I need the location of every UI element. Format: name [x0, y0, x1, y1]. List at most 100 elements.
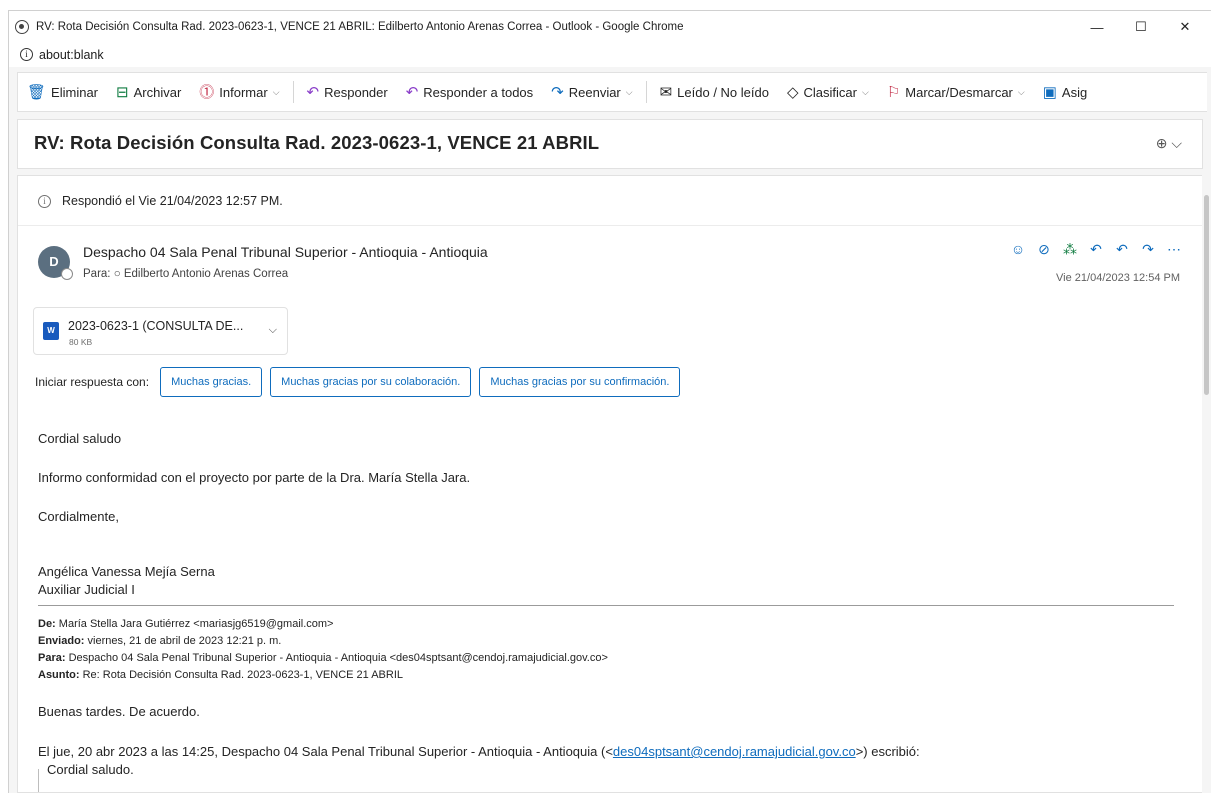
reply-icon[interactable]: ↶	[1083, 241, 1109, 258]
chrome-icon	[15, 19, 29, 34]
body-closing: Cordialmente,	[38, 509, 119, 524]
tag-icon[interactable]: ⊘	[1031, 241, 1057, 258]
suggested-reply-button[interactable]: Muchas gracias por su confirmación.	[479, 367, 681, 397]
window-title-bar: RV: Rota Decisión Consulta Rad. 2023-062…	[8, 10, 1211, 42]
maximize-button[interactable]: ☐	[1119, 11, 1163, 43]
subject-label: Asunto:	[38, 669, 80, 681]
from-value: María Stella Jara Gutiérrez <mariasjg651…	[58, 618, 334, 630]
body-greeting: Cordial saludo	[38, 431, 122, 446]
subject-value: Re: Rota Decisión Consulta Rad. 2023-062…	[82, 669, 404, 681]
attachment-card[interactable]: W 2023-0623-1 (CONSULTA DE... 80 KB ⌵	[33, 307, 288, 355]
word-document-icon: W	[43, 322, 59, 340]
divider	[18, 225, 1202, 226]
window-title: RV: Rota Decisión Consulta Rad. 2023-062…	[36, 20, 684, 33]
categorize-label: Clasificar	[803, 84, 857, 100]
signature-title: Auxiliar Judicial I	[38, 582, 135, 597]
quote-bar	[38, 769, 39, 792]
recipient-line: Para: ○ Edilberto Antonio Arenas Correa	[83, 268, 288, 280]
reply-all-label: Responder a todos	[423, 84, 534, 100]
archive-icon: ⊟	[116, 83, 129, 101]
to-label: Para:	[83, 268, 111, 280]
chevron-down-icon[interactable]: ⌵	[626, 87, 633, 98]
archive-button[interactable]: ⊟ Archivar	[107, 73, 190, 111]
replied-notice-text: Respondió el Vie 21/04/2023 12:57 PM.	[62, 194, 283, 208]
zoom-icon[interactable]: ⊕ ⌵	[1156, 135, 1182, 152]
onenote-icon[interactable]: ⁂	[1057, 241, 1083, 258]
attachment-size: 80 KB	[69, 337, 93, 347]
reply-button[interactable]: ↶ Responder	[298, 73, 397, 111]
delete-button[interactable]: 🗑︎ Eliminar	[18, 73, 107, 111]
info-icon: i	[38, 194, 51, 208]
assign-policy-label: Asig	[1061, 84, 1088, 100]
body-paragraph: Informo conformidad con el proyecto por …	[38, 470, 471, 485]
forward-icon[interactable]: ↷	[1135, 241, 1161, 258]
forward-icon: ↷	[551, 83, 564, 101]
minimize-button[interactable]: —	[1075, 11, 1119, 43]
sender-name[interactable]: Despacho 04 Sala Penal Tribunal Superior…	[83, 244, 488, 260]
assign-policy-button[interactable]: ▣ Asig	[1034, 73, 1096, 111]
sent-label: Enviado:	[38, 635, 85, 647]
read-unread-label: Leído / No leído	[677, 84, 769, 100]
forward-label: Reenviar	[568, 84, 621, 100]
forward-from: De: María Stella Jara Gutiérrez <mariasj…	[38, 618, 333, 630]
outlook-reading-window: 🗑︎ Eliminar ⊟ Archivar ⓵ Informar ⌵ ↶ Re…	[8, 67, 1211, 793]
scrollbar-thumb[interactable]	[1204, 195, 1209, 395]
reply-all-button[interactable]: ↶ Responder a todos	[397, 73, 542, 111]
message-pane: i Respondió el Vie 21/04/2023 12:57 PM. …	[17, 175, 1203, 793]
forward-subject: Asunto: Re: Rota Decisión Consulta Rad. …	[38, 669, 403, 681]
chevron-down-icon[interactable]: ⌵	[273, 87, 280, 98]
quote-intro: El jue, 20 abr 2023 a las 14:25, Despach…	[38, 744, 920, 759]
recipient-name[interactable]: Edilberto Antonio Arenas Correa	[124, 268, 288, 280]
forward-sent: Enviado: viernes, 21 de abril de 2023 12…	[38, 635, 281, 647]
message-subject: RV: Rota Decisión Consulta Rad. 2023-062…	[34, 132, 600, 153]
message-date: Vie 21/04/2023 12:54 PM	[1056, 272, 1180, 284]
more-options-icon[interactable]: ⋯	[1161, 241, 1187, 258]
message-toolbar: 🗑︎ Eliminar ⊟ Archivar ⓵ Informar ⌵ ↶ Re…	[17, 72, 1207, 112]
envelope-icon: ✉	[659, 83, 673, 101]
tag-icon: ◇	[786, 83, 799, 101]
quote-intro-text: >) escribió:	[855, 744, 920, 759]
flag-label: Marcar/Desmarcar	[905, 84, 1013, 100]
subject-header: RV: Rota Decisión Consulta Rad. 2023-062…	[17, 119, 1203, 169]
address-url[interactable]: about:blank	[39, 48, 104, 62]
info-icon[interactable]: i	[20, 48, 33, 61]
flag-button[interactable]: ⚐ Marcar/Desmarcar ⌵	[878, 73, 1034, 111]
replied-notice: i Respondió el Vie 21/04/2023 12:57 PM.	[38, 194, 283, 208]
toolbar-divider	[292, 81, 294, 103]
suggested-reply-button[interactable]: Muchas gracias.	[160, 367, 263, 397]
reply-text: Buenas tardes. De acuerdo.	[38, 704, 200, 719]
attachment-name[interactable]: 2023-0623-1 (CONSULTA DE...	[68, 319, 243, 333]
signature-name: Angélica Vanessa Mejía Serna	[38, 564, 215, 579]
reply-all-icon[interactable]: ↶	[1109, 241, 1135, 258]
separator-line	[38, 605, 1174, 606]
message-actions: ☺ ⊘ ⁂ ↶ ↶ ↷ ⋯	[1005, 241, 1187, 258]
to-value: Despacho 04 Sala Penal Tribunal Superior…	[68, 652, 608, 664]
delete-label: Eliminar	[51, 84, 99, 100]
policy-icon: ▣	[1042, 83, 1057, 101]
email-link[interactable]: des04sptsant@cendoj.ramajudicial.gov.co	[613, 744, 856, 759]
chevron-down-icon[interactable]: ⌵	[269, 324, 277, 337]
suggested-reply-button[interactable]: Muchas gracias por su colaboración.	[270, 367, 472, 397]
reply-label: Responder	[324, 84, 388, 100]
forward-button[interactable]: ↷ Reenviar ⌵	[542, 73, 641, 111]
emoji-icon[interactable]: ☺	[1005, 241, 1031, 258]
report-button[interactable]: ⓵ Informar ⌵	[190, 73, 288, 111]
scrollbar[interactable]	[1202, 175, 1211, 793]
read-unread-button[interactable]: ✉ Leído / No leído	[651, 73, 778, 111]
from-label: De:	[38, 618, 56, 630]
categorize-button[interactable]: ◇ Clasificar ⌵	[778, 73, 878, 111]
archive-label: Archivar	[133, 84, 182, 100]
sent-value: viernes, 21 de abril de 2023 12:21 p. m.	[87, 635, 282, 647]
chevron-down-icon[interactable]: ⌵	[862, 87, 869, 98]
close-button[interactable]: ✕	[1163, 11, 1207, 43]
address-bar[interactable]: i about:blank	[8, 42, 1211, 67]
chevron-down-icon[interactable]: ⌵	[1018, 87, 1025, 98]
suggested-replies: Iniciar respuesta con: Muchas gracias. M…	[35, 366, 688, 398]
quoted-greeting: Cordial saludo.	[47, 762, 134, 777]
quote-intro-text: El jue, 20 abr 2023 a las 14:25, Despach…	[38, 744, 613, 759]
flag-icon: ⚐	[886, 83, 901, 101]
trash-icon: 🗑︎	[27, 83, 47, 101]
presence-status-icon	[61, 268, 73, 280]
reply-all-icon: ↶	[405, 83, 419, 101]
suggested-replies-label: Iniciar respuesta con:	[35, 375, 150, 389]
